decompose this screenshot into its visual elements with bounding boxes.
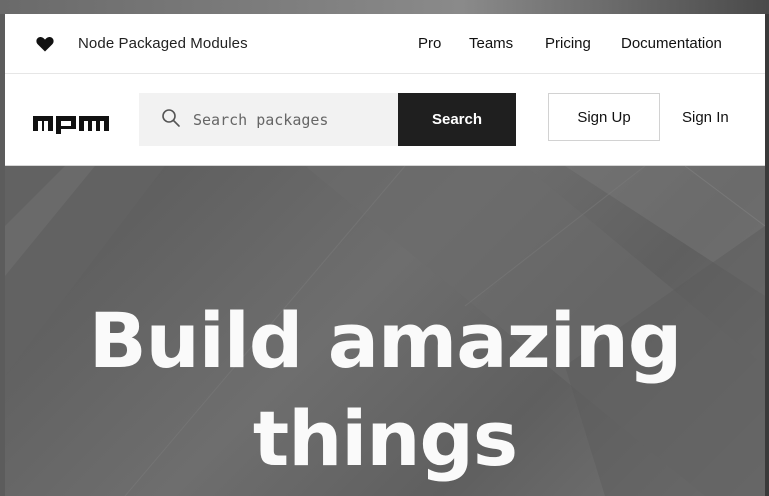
- hero-title: Build amazing things: [5, 292, 765, 488]
- nav-link-pro[interactable]: Pro: [418, 35, 441, 52]
- search-icon: [162, 109, 180, 127]
- hero-banner: Build amazing things: [5, 166, 765, 496]
- search-box: [139, 93, 398, 146]
- hero-title-line-2: things: [252, 394, 518, 483]
- top-bar: Node Packaged Modules Pro Teams Pricing …: [5, 14, 765, 74]
- nav-link-documentation[interactable]: Documentation: [621, 35, 722, 52]
- sign-in-link[interactable]: Sign In: [682, 109, 729, 126]
- npm-logo[interactable]: [33, 112, 109, 134]
- search-button[interactable]: Search: [398, 93, 516, 146]
- npm-page: Node Packaged Modules Pro Teams Pricing …: [5, 14, 765, 496]
- sign-up-button[interactable]: Sign Up: [548, 93, 660, 141]
- brand-name[interactable]: Node Packaged Modules: [78, 35, 248, 52]
- search-input[interactable]: [193, 93, 393, 146]
- nav-link-teams[interactable]: Teams: [469, 35, 513, 52]
- heart-icon[interactable]: [36, 36, 54, 52]
- search-bar-row: Search Sign Up Sign In: [5, 74, 765, 166]
- nav-link-pricing[interactable]: Pricing: [545, 35, 591, 52]
- window-right-edge: [765, 14, 769, 496]
- window-top-strip: [0, 0, 769, 14]
- browser-frame: Node Packaged Modules Pro Teams Pricing …: [0, 0, 769, 496]
- hero-title-line-1: Build amazing: [88, 296, 683, 385]
